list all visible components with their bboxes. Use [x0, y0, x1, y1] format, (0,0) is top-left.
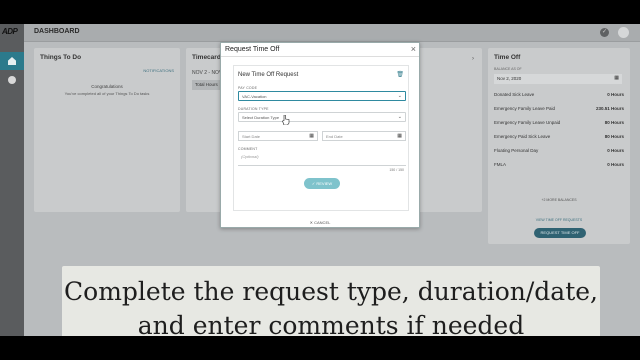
card-title: Time Off — [494, 54, 521, 61]
calendar-icon[interactable]: ▦ — [309, 133, 314, 139]
balance-name: FMLA — [494, 162, 507, 167]
balance-name: Donated Sick Leave — [494, 92, 535, 97]
form-title: New Time Off Request — [238, 72, 299, 78]
comment-input[interactable]: (Optional) — [238, 152, 406, 166]
balance-row: Emergency Family Leave Unpaid 80 Hours — [494, 120, 624, 125]
timecard-range: NOV 2 - NOV — [192, 70, 223, 76]
balance-row: Emergency Family Leave Paid 230.51 Hours — [494, 106, 624, 111]
letterbox-top — [0, 0, 640, 24]
pay-code-label: PAY CODE — [238, 86, 258, 90]
request-form: New Time Off Request 🗑 PAY CODE VAC-Vaca… — [233, 65, 409, 211]
balance-value: 80 Hours — [604, 134, 624, 139]
balance-row: FMLA 0 Hours — [494, 162, 624, 167]
end-date-placeholder: End Date — [326, 134, 343, 139]
comment-label: COMMENT — [238, 147, 258, 151]
hand-cursor-icon — [282, 115, 290, 125]
letterbox-bottom — [0, 336, 640, 360]
balance-row: Donated Sick Leave 0 Hours — [494, 92, 624, 97]
chevron-down-icon: ⌄ — [397, 114, 402, 120]
cancel-label: CANCEL — [314, 220, 331, 225]
balance-date: Nov 2, 2020 — [497, 76, 522, 81]
char-count: 150 / 150 — [389, 168, 404, 172]
balance-value: 0 Hours — [607, 148, 624, 153]
balance-value: 230.51 Hours — [595, 106, 624, 111]
card-title: Timecard — [192, 54, 221, 61]
chevron-right-icon[interactable]: › — [472, 56, 474, 62]
things-to-do-card: Things To Do NOTIFICATIONS Congratulatio… — [34, 48, 180, 212]
balance-value: 0 Hours — [607, 92, 624, 97]
dialog-header: Request Time Off × — [221, 43, 419, 57]
caption-line-1: Complete the request type, duration/date… — [64, 277, 598, 306]
time-off-card: Time Off BALANCE AS OF Nov 2, 2020 ▦ Don… — [488, 48, 630, 244]
pay-code-select[interactable]: VAC-Vacation ⌄ — [238, 91, 406, 101]
balance-row: Floating Personal Day 0 Hours — [494, 148, 624, 153]
trash-icon[interactable]: 🗑 — [396, 71, 404, 78]
pay-code-value: VAC-Vacation — [242, 94, 267, 99]
review-label: REVIEW — [316, 181, 333, 186]
balance-name: Emergency Paid Sick Leave — [494, 134, 551, 139]
view-requests-link[interactable]: VIEW TIME OFF REQUESTS — [488, 218, 630, 222]
left-rail: ADP — [0, 24, 24, 336]
calendar-icon[interactable]: ▦ — [397, 133, 402, 139]
avatar[interactable] — [618, 27, 629, 38]
request-time-off-dialog: Request Time Off × New Time Off Request … — [220, 42, 420, 228]
start-date-field[interactable]: Start Date ▦ — [238, 131, 318, 141]
review-button[interactable]: ✓ REVIEW — [304, 178, 340, 189]
balance-name: Emergency Family Leave Unpaid — [494, 120, 561, 125]
balance-name: Floating Personal Day — [494, 148, 539, 153]
tutorial-caption: Complete the request type, duration/date… — [62, 266, 600, 336]
end-date-field[interactable]: End Date ▦ — [322, 131, 406, 141]
balance-value: 0 Hours — [607, 162, 624, 167]
duration-type-label: DURATION TYPE — [238, 107, 269, 111]
close-icon[interactable]: × — [411, 44, 416, 54]
balance-date-field[interactable]: Nov 2, 2020 ▦ — [494, 74, 622, 84]
caption-line-2: and enter comments if needed — [137, 311, 525, 336]
check-icon[interactable]: ✓ — [600, 28, 609, 37]
cancel-button[interactable]: ✕ CANCEL — [221, 220, 419, 225]
home-icon[interactable] — [0, 52, 24, 70]
card-title: Things To Do — [40, 54, 82, 61]
top-bar: DASHBOARD ✓ — [24, 24, 640, 42]
adp-logo: ADP — [2, 27, 18, 36]
congrats-text: Congratulations — [91, 84, 123, 89]
duration-type-select[interactable]: Select Duration Type ⌄ — [238, 112, 406, 122]
balance-row: Emergency Paid Sick Leave 80 Hours — [494, 134, 624, 139]
balance-value: 80 Hours — [604, 120, 624, 125]
more-balances-link[interactable]: +2 MORE BALANCES — [488, 198, 630, 202]
page-title: DASHBOARD — [34, 28, 80, 35]
chevron-down-icon: ⌄ — [397, 93, 402, 99]
request-time-off-button[interactable]: REQUEST TIME OFF — [534, 228, 586, 238]
balance-name: Emergency Family Leave Paid — [494, 106, 556, 111]
congrats-message: You've completed all of your Things To D… — [64, 91, 150, 96]
app-screen: ADP DASHBOARD ✓ Things To Do NOTIFICATIO… — [0, 24, 640, 336]
clock-icon[interactable] — [8, 76, 16, 84]
dialog-title: Request Time Off — [225, 46, 280, 53]
balance-label: BALANCE AS OF — [494, 67, 522, 71]
start-date-placeholder: Start Date — [242, 134, 261, 139]
calendar-icon: ▦ — [614, 75, 619, 81]
notifications-link[interactable]: NOTIFICATIONS — [143, 68, 174, 73]
duration-placeholder: Select Duration Type — [242, 115, 280, 120]
